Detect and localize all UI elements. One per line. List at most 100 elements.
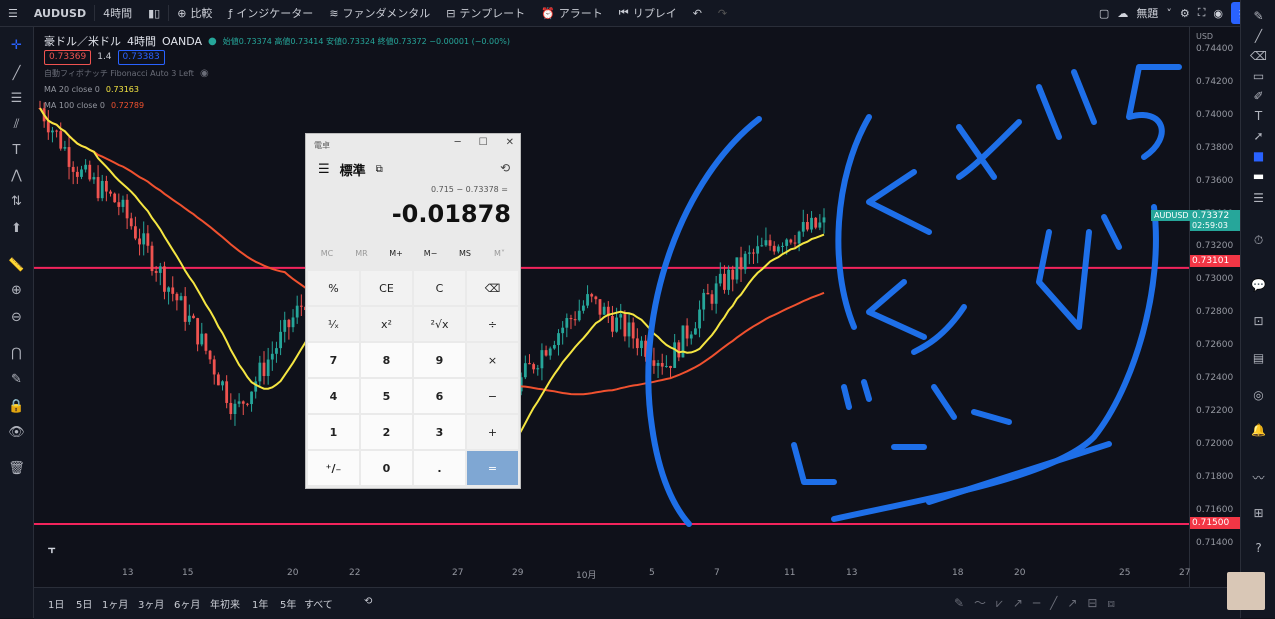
broadcast-icon[interactable]: ◎ xyxy=(1250,387,1267,404)
history-icon[interactable]: ⟲ xyxy=(500,161,510,175)
range-button[interactable]: すべて xyxy=(304,596,333,611)
calc-key[interactable]: C xyxy=(414,271,465,305)
highlighter-icon[interactable]: ✐ xyxy=(1250,88,1267,105)
line-icon[interactable]: ╱ xyxy=(1250,28,1267,45)
lock-drawing-icon[interactable]: ✎ xyxy=(8,371,25,388)
range-button[interactable]: 3ヶ月 xyxy=(138,596,164,611)
eye-icon[interactable]: 👁 xyxy=(8,424,25,441)
alert-button[interactable]: ⏰ アラート xyxy=(533,0,611,26)
range-button[interactable]: 1ヶ月 xyxy=(102,596,128,611)
calc-key[interactable]: 6 xyxy=(414,379,465,413)
text-icon[interactable]: T xyxy=(1250,108,1267,125)
calc-key[interactable]: % xyxy=(308,271,359,305)
chart-type-icon[interactable]: ▮▯ xyxy=(140,0,168,26)
symbol-search[interactable]: AUDUSD xyxy=(26,0,94,26)
calc-key[interactable]: 0 xyxy=(361,451,412,485)
calc-key[interactable]: × xyxy=(467,343,518,377)
redo-icon[interactable]: ↷ xyxy=(710,0,735,26)
fundamentals-button[interactable]: ≋ ファンダメンタル xyxy=(321,0,438,26)
calendar-icon[interactable]: ▤ xyxy=(1250,350,1267,367)
calc-key[interactable]: 2 xyxy=(361,415,412,449)
timeframe-button[interactable]: 4時間 xyxy=(95,0,140,26)
calc-key[interactable]: ²√x xyxy=(414,307,465,341)
indicators-button[interactable]: ƒ インジケーター xyxy=(220,0,321,26)
ideas-icon[interactable]: ⊡ xyxy=(1250,313,1267,330)
drawing-shortcuts[interactable]: ✎〜⩗↗─╱↗⊟⧈ xyxy=(954,594,1125,611)
range-button[interactable]: 5年 xyxy=(280,596,296,611)
price-axis[interactable]: USD 0.74400 0.74200 0.74000 0.73800 0.73600 0… xyxy=(1189,27,1242,587)
bell-icon[interactable]: 🔔 xyxy=(1250,422,1267,439)
zoom-in-icon[interactable]: ⊕ xyxy=(8,282,25,299)
calc-key[interactable]: 8 xyxy=(361,343,412,377)
eye-icon[interactable]: ◉ xyxy=(200,68,209,79)
zoom-out-icon[interactable]: ⊖ xyxy=(8,309,25,326)
range-button[interactable]: 5日 xyxy=(76,596,92,611)
range-button[interactable]: 1年 xyxy=(252,596,268,611)
save-layout-button[interactable]: 無題 xyxy=(1136,5,1158,21)
calc-key[interactable]: = xyxy=(467,451,518,485)
hamburger-icon[interactable]: ☰ xyxy=(318,162,330,177)
calc-key[interactable]: 3 xyxy=(414,415,465,449)
close-icon[interactable]: ✕ xyxy=(506,137,514,148)
calc-key[interactable]: 5 xyxy=(361,379,412,413)
magnet-icon[interactable]: ⋂ xyxy=(8,345,25,362)
pattern-icon[interactable]: ⋀ xyxy=(8,167,25,184)
fib-icon[interactable]: ⫽ xyxy=(8,116,25,133)
fullscreen-icon[interactable]: ⛶ xyxy=(1198,6,1206,20)
chevron-down-icon[interactable]: ˅ xyxy=(1166,7,1172,20)
compare-button[interactable]: ⊕ 比較 xyxy=(169,0,220,26)
eraser-icon[interactable]: ⌫ xyxy=(1250,48,1267,65)
calc-key[interactable]: + xyxy=(467,415,518,449)
range-button[interactable]: 年初来 xyxy=(210,596,240,611)
ask-button[interactable]: 0.73383 xyxy=(117,49,165,65)
horizontal-lines-icon[interactable]: ☰ xyxy=(8,90,25,107)
maximize-icon[interactable]: ☐ xyxy=(479,137,488,148)
memory-button[interactable]: M˅ xyxy=(480,249,520,258)
cloud-icon[interactable]: ☁ xyxy=(1117,7,1128,20)
range-button[interactable]: 6ヶ月 xyxy=(174,596,200,611)
ma100-label[interactable]: MA 100 close 0 xyxy=(44,101,105,110)
menu-icon[interactable]: ☰ xyxy=(0,0,26,26)
minimize-icon[interactable]: ─ xyxy=(455,137,461,148)
pencil-icon[interactable]: ✎ xyxy=(1250,8,1267,25)
bid-button[interactable]: 0.73369 xyxy=(44,49,92,65)
calc-key[interactable]: 4 xyxy=(308,379,359,413)
data-window-icon[interactable]: ⊞ xyxy=(1250,505,1267,522)
chat-icon[interactable]: 💬 xyxy=(1250,277,1267,294)
hotlist-icon[interactable]: 〰 xyxy=(1250,470,1267,487)
calc-key[interactable]: CE xyxy=(361,271,412,305)
lock-icon[interactable]: 🔒 xyxy=(8,398,25,415)
calc-key[interactable]: − xyxy=(467,379,518,413)
calc-key[interactable]: x² xyxy=(361,307,412,341)
gear-icon[interactable]: ⚙ xyxy=(1180,7,1190,20)
rectangle-icon[interactable]: ▭ xyxy=(1250,68,1267,85)
range-button[interactable]: 1日 xyxy=(48,596,64,611)
watchlist-icon[interactable]: ☰ xyxy=(1250,190,1267,207)
trash-icon[interactable]: 🗑 xyxy=(8,460,25,477)
date-range-icon[interactable]: ⟲ xyxy=(364,596,372,607)
calc-key[interactable]: ¹⁄ₓ xyxy=(308,307,359,341)
white-swatch-icon[interactable]: ▬ xyxy=(1250,168,1267,185)
calc-key[interactable]: . xyxy=(414,451,465,485)
undo-icon[interactable]: ↶ xyxy=(685,0,710,26)
color-swatch-icon[interactable]: ■ xyxy=(1250,148,1267,165)
ma20-label[interactable]: MA 20 close 0 xyxy=(44,85,100,94)
measure-icon[interactable]: ⇅ xyxy=(8,193,25,210)
help-icon[interactable]: ? xyxy=(1250,540,1267,557)
currency-label[interactable]: USD xyxy=(1196,32,1213,41)
replay-button[interactable]: ⏮ リプレイ xyxy=(611,0,685,26)
calc-key[interactable]: ⁺∕₋ xyxy=(308,451,359,485)
text-icon[interactable]: T xyxy=(8,142,25,159)
templates-button[interactable]: ⊟ テンプレート xyxy=(438,0,533,26)
calc-key[interactable]: 1 xyxy=(308,415,359,449)
crosshair-icon[interactable]: ✛ xyxy=(8,37,25,54)
arrow-up-icon[interactable]: ⬆ xyxy=(8,220,25,237)
calc-key[interactable]: ⌫ xyxy=(467,271,518,305)
arrow-icon[interactable]: ➚ xyxy=(1250,128,1267,145)
calc-key[interactable]: ÷ xyxy=(467,307,518,341)
ruler-icon[interactable]: 📏 xyxy=(8,257,25,274)
keep-on-top-icon[interactable]: ⧉ xyxy=(376,164,383,175)
time-axis[interactable]: 13 15 20 22 27 29 10月 5 7 11 13 18 20 25 27 xyxy=(34,560,1190,586)
calc-key[interactable]: 7 xyxy=(308,343,359,377)
camera-icon[interactable]: ◉ xyxy=(1213,7,1223,20)
